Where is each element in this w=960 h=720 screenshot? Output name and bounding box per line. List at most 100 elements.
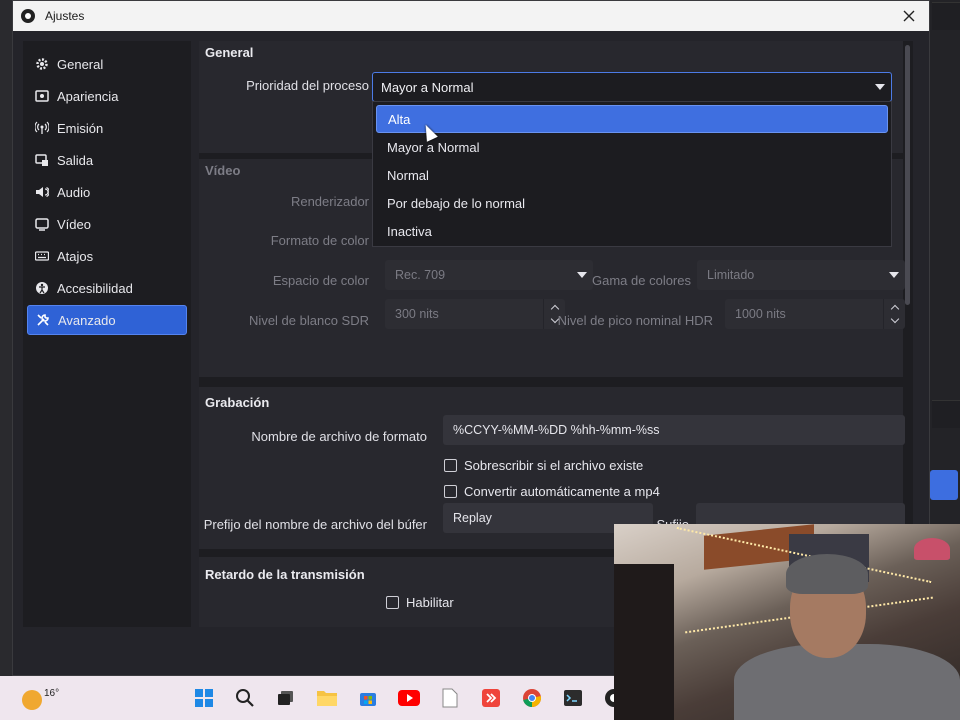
overwrite-checkbox[interactable] — [444, 459, 457, 472]
filename-format-label: Nombre de archivo de formato — [251, 429, 427, 444]
buffer-prefix-label: Prefijo del nombre de archivo del búfer — [203, 517, 427, 532]
filename-format-input[interactable]: %CCYY-%MM-%DD %hh-%mm-%ss — [443, 415, 905, 445]
sidebar-item-audio[interactable]: Audio — [27, 177, 187, 207]
delay-enable-row[interactable]: Habilitar — [386, 595, 454, 610]
obs-logo-icon — [21, 9, 35, 23]
filename-format-value: %CCYY-%MM-%DD %hh-%mm-%ss — [453, 423, 660, 437]
weather-widget[interactable]: 16° — [18, 682, 59, 712]
sdr-label: Nivel de blanco SDR — [249, 313, 369, 328]
youtube-icon[interactable] — [395, 684, 423, 712]
accessibility-icon — [35, 281, 49, 295]
remux-label: Convertir automáticamente a mp4 — [464, 484, 660, 499]
temperature: 16° — [44, 688, 60, 699]
priority-select[interactable]: Mayor a Normal — [372, 72, 892, 102]
hdr-spinbox[interactable]: 1000 nits — [725, 299, 905, 329]
color-space-label: Espacio de color — [272, 273, 369, 288]
sdr-value: 300 nits — [395, 307, 439, 321]
windows-start-icon[interactable] — [190, 684, 218, 712]
sun-icon — [22, 690, 42, 710]
chrome-icon[interactable] — [518, 684, 546, 712]
window-title: Ajustes — [45, 9, 85, 23]
color-space-select[interactable]: Rec. 709 — [385, 260, 593, 290]
settings-sidebar: General Apariencia Emisión Salida Audio … — [23, 41, 191, 627]
background-app-button — [932, 2, 960, 30]
color-space-value: Rec. 709 — [395, 268, 446, 282]
priority-option-idle[interactable]: Inactiva — [376, 217, 888, 245]
close-button[interactable] — [889, 1, 929, 31]
search-icon[interactable] — [231, 684, 259, 712]
background-app-accent — [930, 470, 958, 500]
sdr-spinbox[interactable]: 300 nits — [385, 299, 565, 329]
background-app-button — [932, 400, 960, 428]
sidebar-item-label: Atajos — [57, 248, 94, 264]
speaker-icon — [35, 185, 49, 199]
delay-enable-label: Habilitar — [406, 595, 454, 610]
monitor-icon — [35, 217, 49, 231]
palette-icon — [35, 89, 49, 103]
sidebar-item-label: Apariencia — [57, 88, 119, 104]
remux-checkbox[interactable] — [444, 485, 457, 498]
color-range-select[interactable]: Limitado — [697, 260, 905, 290]
color-format-label: Formato de color — [270, 233, 369, 248]
sidebar-item-label: Salida — [57, 152, 94, 168]
sidebar-item-stream[interactable]: Emisión — [27, 113, 187, 143]
sidebar-item-label: General — [57, 56, 104, 72]
document-icon[interactable] — [436, 684, 464, 712]
terminal-icon[interactable] — [559, 684, 587, 712]
overwrite-checkbox-row[interactable]: Sobrescribir si el archivo existe — [444, 458, 643, 473]
overwrite-label: Sobrescribir si el archivo existe — [464, 458, 644, 473]
section-title-video: Vídeo — [205, 163, 241, 178]
title-bar[interactable]: Ajustes — [13, 1, 929, 31]
output-icon — [35, 153, 49, 167]
webcam-overlay — [614, 524, 960, 720]
webcam-person-body — [734, 644, 960, 720]
background-app-left — [0, 0, 12, 676]
sidebar-item-advanced[interactable]: Avanzado — [27, 305, 187, 335]
broadcast-icon — [35, 121, 49, 135]
chevron-down-icon — [869, 73, 891, 101]
sidebar-item-general[interactable]: General — [27, 49, 187, 79]
section-title-stream-delay: Retardo de la transmisión — [205, 567, 365, 582]
task-view-icon[interactable] — [272, 684, 300, 712]
buffer-prefix-value: Replay — [453, 511, 492, 525]
spin-arrows-icon[interactable] — [883, 299, 905, 329]
chevron-down-icon — [883, 260, 905, 290]
taskbar-icons — [190, 684, 628, 712]
sidebar-item-hotkeys[interactable]: Atajos — [27, 241, 187, 271]
file-explorer-icon[interactable] — [313, 684, 341, 712]
renderer-label: Renderizador — [290, 194, 369, 209]
priority-option-below-normal[interactable]: Por debajo de lo normal — [376, 189, 888, 217]
color-range-value: Limitado — [707, 268, 755, 282]
sidebar-item-output[interactable]: Salida — [27, 145, 187, 175]
priority-label: Prioridad del proceso — [246, 78, 369, 93]
section-title-recording: Grabación — [205, 395, 270, 410]
sidebar-item-video[interactable]: Vídeo — [27, 209, 187, 239]
close-icon — [903, 10, 915, 22]
priority-option-above-normal[interactable]: Mayor a Normal — [376, 133, 888, 161]
sidebar-item-label: Audio — [57, 184, 91, 200]
sidebar-item-label: Vídeo — [57, 216, 91, 232]
sidebar-item-accessibility[interactable]: Accesibilidad — [27, 273, 187, 303]
sidebar-item-label: Accesibilidad — [57, 280, 133, 296]
sidebar-item-label: Emisión — [57, 120, 104, 136]
remux-checkbox-row[interactable]: Convertir automáticamente a mp4 — [444, 484, 660, 499]
wrench-icon — [36, 313, 50, 327]
chevron-down-icon — [571, 260, 593, 290]
scrollbar-thumb[interactable] — [905, 45, 910, 305]
webcam-lamp — [914, 538, 950, 560]
anydesk-icon[interactable] — [477, 684, 505, 712]
store-icon[interactable] — [354, 684, 382, 712]
delay-enable-checkbox[interactable] — [386, 596, 399, 609]
hdr-value: 1000 nits — [735, 307, 786, 321]
priority-option-alta[interactable]: Alta — [376, 105, 888, 133]
keyboard-icon — [35, 249, 49, 263]
webcam-person-cap — [786, 554, 868, 594]
hdr-label: Nivel de pico nominal HDR — [557, 313, 713, 328]
webcam-cabinet — [614, 564, 674, 720]
sidebar-item-label: Avanzado — [58, 312, 116, 328]
color-range-label: Gama de colores — [592, 273, 691, 288]
priority-option-normal[interactable]: Normal — [376, 161, 888, 189]
priority-dropdown-list: Alta Mayor a Normal Normal Por debajo de… — [372, 101, 892, 247]
gear-icon — [35, 57, 49, 71]
sidebar-item-appearance[interactable]: Apariencia — [27, 81, 187, 111]
